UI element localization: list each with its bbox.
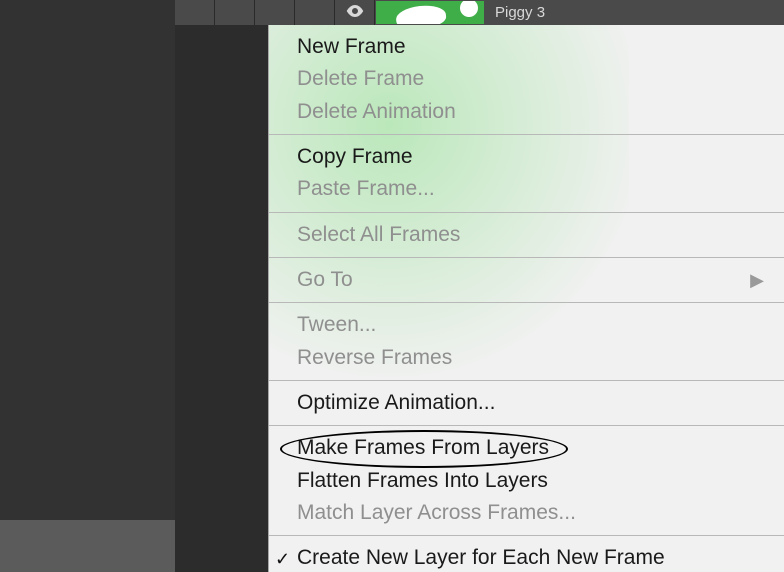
layer-name-label[interactable]: Piggy 3 — [485, 4, 545, 21]
submenu-arrow-icon: ▶ — [750, 268, 764, 292]
menu-item-tween: Tween... — [269, 309, 784, 341]
menu-item-label: Copy Frame — [297, 145, 413, 168]
menu-item-delete-animation: Delete Animation — [269, 96, 784, 128]
menu-section: New Frame Delete Frame Delete Animation — [269, 25, 784, 135]
menu-section: Tween... Reverse Frames — [269, 303, 784, 381]
menu-item-make-frames-from-layers[interactable]: Make Frames From Layers — [269, 432, 784, 464]
menu-item-label: New Frame — [297, 35, 406, 58]
menu-section: Create New Layer for Each New Frame✓New … — [269, 536, 784, 572]
menu-item-label: Match Layer Across Frames... — [297, 501, 576, 524]
menu-item-paste-frame: Paste Frame... — [269, 173, 784, 205]
timeline-flyout-menu[interactable]: New Frame Delete Frame Delete Animation Cop… — [268, 25, 784, 572]
menu-item-flatten-frames-into-layers[interactable]: Flatten Frames Into Layers — [269, 465, 784, 497]
menu-item-label: Select All Frames — [297, 223, 460, 246]
menu-item-optimize-animation[interactable]: Optimize Animation... — [269, 387, 784, 419]
layer-spacer-4 — [295, 0, 335, 25]
menu-item-create-new-layer-for-each-new-frame[interactable]: Create New Layer for Each New Frame ✓ — [269, 542, 784, 572]
layer-thumbnail[interactable] — [375, 0, 485, 25]
panel-footer — [0, 520, 175, 572]
menu-section: Go To ▶ — [269, 258, 784, 303]
menu-item-new-frame[interactable]: New Frame — [269, 31, 784, 63]
eye-icon — [346, 4, 364, 22]
menu-item-reverse-frames: Reverse Frames — [269, 342, 784, 374]
menu-item-copy-frame[interactable]: Copy Frame — [269, 141, 784, 173]
menu-item-label: Make Frames From Layers — [297, 436, 549, 459]
menu-section: Copy Frame Paste Frame... — [269, 135, 784, 213]
menu-section: Select All Frames — [269, 213, 784, 258]
menu-item-label: Reverse Frames — [297, 346, 452, 369]
layer-spacer-2 — [215, 0, 255, 25]
menu-section: Optimize Animation... — [269, 381, 784, 426]
layer-spacer-1 — [175, 0, 215, 25]
menu-item-label: Paste Frame... — [297, 177, 435, 200]
menu-item-label: Go To — [297, 268, 353, 291]
menu-item-select-all-frames: Select All Frames — [269, 219, 784, 251]
canvas-area — [0, 0, 175, 520]
menu-item-delete-frame: Delete Frame — [269, 63, 784, 95]
menu-item-label: Delete Animation — [297, 100, 456, 123]
menu-item-label: Flatten Frames Into Layers — [297, 469, 548, 492]
visibility-toggle[interactable] — [335, 0, 375, 25]
menu-item-label: Delete Frame — [297, 67, 424, 90]
checkmark-icon: ✓ — [275, 546, 290, 570]
menu-item-go-to: Go To ▶ — [269, 264, 784, 296]
layer-spacer-3 — [255, 0, 295, 25]
menu-item-label: Tween... — [297, 313, 376, 336]
menu-item-match-layer-across-frames: Match Layer Across Frames... — [269, 497, 784, 529]
menu-section: Make Frames From Layers Flatten Frames In… — [269, 426, 784, 536]
menu-item-label: Create New Layer for Each New Frame — [297, 546, 665, 569]
layer-row[interactable]: Piggy 3 — [175, 0, 784, 25]
menu-item-label: Optimize Animation... — [297, 391, 495, 414]
